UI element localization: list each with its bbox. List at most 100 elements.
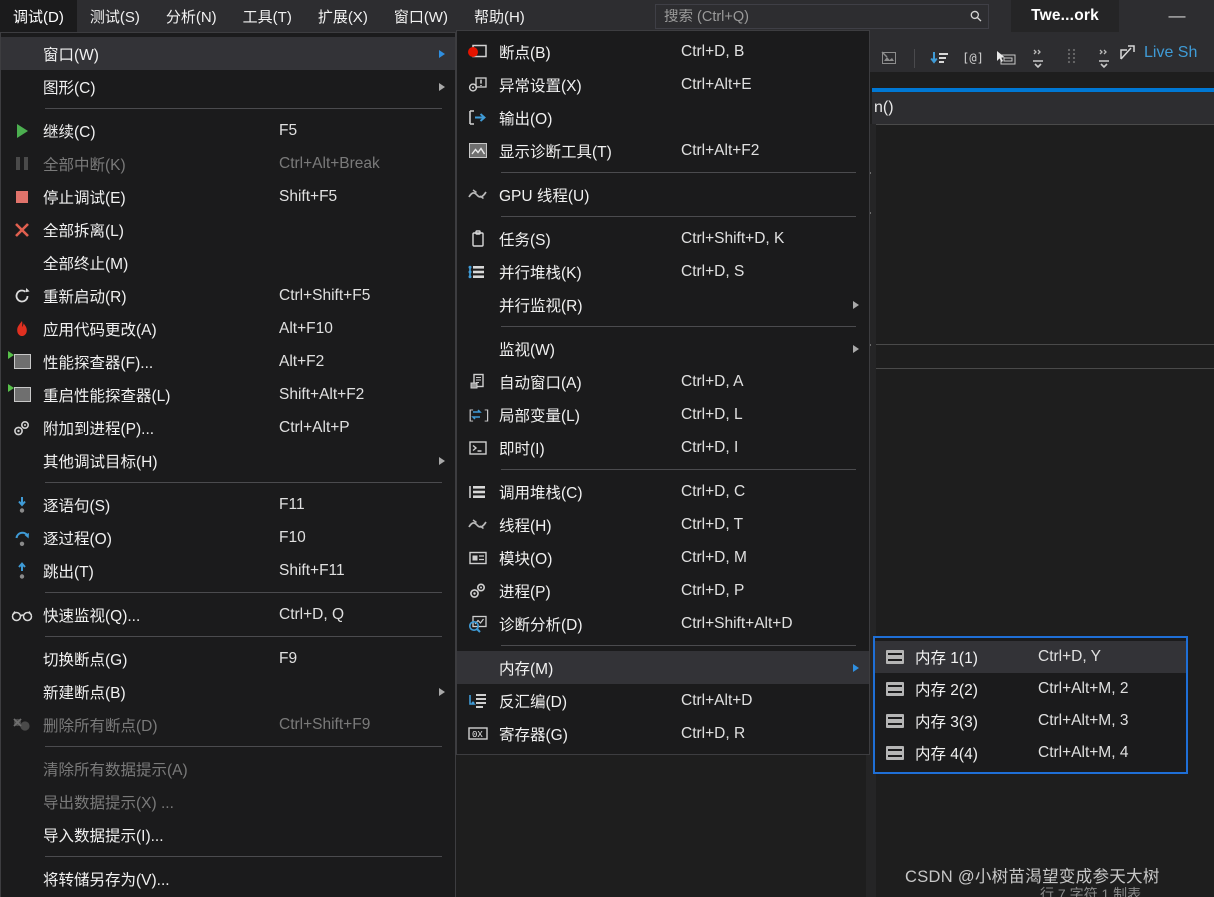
menu-item[interactable]: 并行监视(R) [457, 288, 869, 321]
menu-item-shortcut: F9 [279, 649, 298, 667]
memory-icon [875, 650, 915, 664]
image-broken-icon[interactable] [878, 47, 900, 69]
menubar-item-tools[interactable]: 工具(T) [230, 0, 305, 32]
menu-item-shortcut: Ctrl+D, B [681, 42, 745, 60]
menu-item-label: 将转储另存为(V)... [43, 871, 170, 889]
search-input[interactable] [664, 8, 971, 25]
menu-item[interactable]: 反汇编(D) Ctrl+Alt+D [457, 684, 869, 717]
menu-item[interactable]: 逐语句(S) F11 [1, 488, 455, 521]
menu-item-label: 重新启动(R) [43, 288, 127, 306]
menubar-item-help[interactable]: 帮助(H) [461, 0, 538, 32]
menu-item[interactable]: 快速监视(Q)... Ctrl+D, Q [1, 598, 455, 631]
menu-item-shortcut: Ctrl+Shift+Alt+D [681, 614, 793, 632]
minimize-button[interactable]: — [1140, 0, 1214, 32]
submenu-arrow-icon [853, 663, 859, 672]
editor-rule [876, 344, 1214, 345]
menu-item[interactable]: 内存 3(3) Ctrl+Alt+M, 3 [875, 705, 1186, 737]
menu-item[interactable]: 重新启动(R) Ctrl+Shift+F5 [1, 279, 455, 312]
menu-item-shortcut: Shift+F11 [279, 561, 345, 579]
menu-item-label: 并行监视(R) [499, 297, 583, 315]
layout-left-icon[interactable] [1028, 47, 1050, 69]
step-over-icon [1, 528, 43, 548]
menu-item[interactable]: 应用代码更改(A) Alt+F10 [1, 312, 455, 345]
breadcrumb[interactable]: n() [872, 92, 1214, 124]
live-share-button[interactable]: Live Sh [1118, 44, 1197, 62]
menu-item-shortcut: Ctrl+D, L [681, 405, 743, 423]
menu-item[interactable]: 导入数据提示(I)... [1, 818, 455, 851]
menu-item[interactable]: 重启性能探查器(L) Shift+Alt+F2 [1, 378, 455, 411]
at-sign-icon[interactable]: [@] [962, 47, 984, 69]
modules-icon [457, 550, 499, 566]
menu-item[interactable]: 输出(O) [457, 101, 869, 134]
menu-item-label: 异常设置(X) [499, 77, 582, 95]
menu-item[interactable]: 显示诊断工具(T) Ctrl+Alt+F2 [457, 134, 869, 167]
registers-icon: 0X [457, 726, 499, 741]
menubar-item-analyze[interactable]: 分析(N) [153, 0, 230, 32]
menu-item-label: 即时(I) [499, 440, 545, 458]
svg-text:0X: 0X [472, 730, 483, 740]
menu-item[interactable]: 断点(B) Ctrl+D, B [457, 35, 869, 68]
menu-item[interactable]: 监视(W) [457, 332, 869, 365]
menu-item[interactable]: 将转储另存为(V)... [1, 862, 455, 895]
diagnostic-tools-icon [457, 143, 499, 158]
menu-item-shortcut: Ctrl+D, Q [279, 605, 345, 623]
menu-item[interactable]: 停止调试(E) Shift+F5 [1, 180, 455, 213]
menu-item[interactable]: 进程(P) Ctrl+D, P [457, 574, 869, 607]
menu-item[interactable]: []局部变量(L)Ctrl+D, L [457, 398, 869, 431]
menubar-item-window[interactable]: 窗口(W) [381, 0, 461, 32]
menu-item[interactable]: 内存 1(1) Ctrl+D, Y [875, 641, 1186, 673]
menubar-item-extensions[interactable]: 扩展(X) [305, 0, 381, 32]
layout-right-icon[interactable] [1094, 47, 1116, 69]
menu-item[interactable]: 跳出(T) Shift+F11 [1, 554, 455, 587]
layout-dots-icon[interactable] [1061, 47, 1083, 69]
menu-debug-panel[interactable]: 窗口(W) 图形(C) 继续(C) F5 全部中断(K) Ctrl+Alt+Break 停止… [0, 32, 456, 897]
menu-item[interactable]: 切换断点(G) F9 [1, 642, 455, 675]
menu-item[interactable]: 逐过程(O) F10 [1, 521, 455, 554]
menu-item[interactable]: 异常设置(X) Ctrl+Alt+E [457, 68, 869, 101]
menu-item-label: 快速监视(Q)... [43, 607, 141, 625]
menu-item[interactable]: 附加到进程(P)... Ctrl+Alt+P [1, 411, 455, 444]
menu-item-label: GPU 线程(U) [499, 187, 590, 205]
menu-item[interactable]: 全部终止(M) [1, 246, 455, 279]
menu-item[interactable]: 0X 寄存器(G) Ctrl+D, R [457, 717, 869, 750]
menu-item[interactable]: 内存 4(4) Ctrl+Alt+M, 4 [875, 737, 1186, 769]
menu-item-shortcut: Ctrl+Shift+D, K [681, 229, 785, 247]
menu-item-label: 进程(P) [499, 583, 551, 601]
menubar-item-debug[interactable]: 调试(D) [0, 0, 77, 32]
menu-item[interactable]: 模块(O) Ctrl+D, M [457, 541, 869, 574]
menu-item[interactable]: 内存 2(2) Ctrl+Alt+M, 2 [875, 673, 1186, 705]
menu-item[interactable]: 内存(M) [457, 651, 869, 684]
window-title-chip[interactable]: Twe...ork [1011, 0, 1119, 32]
menu-item[interactable]: 线程(H) Ctrl+D, T [457, 508, 869, 541]
submenu-arrow-icon [439, 456, 445, 465]
menu-item[interactable]: 性能探查器(F)... Alt+F2 [1, 345, 455, 378]
menubar-item-test[interactable]: 测试(S) [77, 0, 153, 32]
menu-item[interactable]: 新建断点(B) [1, 675, 455, 708]
menu-item-shortcut: Ctrl+Alt+E [681, 75, 752, 93]
menu-windows-panel[interactable]: 断点(B) Ctrl+D, B 异常设置(X) Ctrl+Alt+E 输出(O) 显示诊断… [456, 30, 870, 755]
menu-item[interactable]: 窗口(W) [1, 37, 455, 70]
menu-item-shortcut: Ctrl+D, C [681, 482, 746, 500]
menu-item[interactable]: 全部拆离(L) [1, 213, 455, 246]
restart-icon [1, 287, 43, 305]
menu-item[interactable]: 其他调试目标(H) [1, 444, 455, 477]
menu-item[interactable]: 调用堆栈(C) Ctrl+D, C [457, 475, 869, 508]
menu-item[interactable]: 图形(C) [1, 70, 455, 103]
menu-memory-panel[interactable]: 内存 1(1) Ctrl+D, Y 内存 2(2) Ctrl+Alt+M, 2 内存 3… [873, 636, 1188, 774]
menu-item[interactable]: 并行堆栈(K) Ctrl+D, S [457, 255, 869, 288]
threads-icon [457, 517, 499, 532]
menu-item[interactable]: 诊断分析(D) Ctrl+Shift+Alt+D [457, 607, 869, 640]
memory-icon [875, 682, 915, 696]
sort-descending-icon[interactable] [929, 47, 951, 69]
menu-item[interactable]: 自动窗口(A) Ctrl+D, A [457, 365, 869, 398]
pointer-window-icon[interactable] [995, 47, 1017, 69]
toolbar-separator [914, 48, 915, 68]
search-box[interactable]: ⚲ [655, 4, 989, 29]
delete-breakpoints-icon [1, 717, 43, 733]
menu-item-shortcut: Alt+F2 [279, 352, 325, 370]
menu-item[interactable]: 即时(I) Ctrl+D, I [457, 431, 869, 464]
editor-surface[interactable] [866, 124, 1214, 897]
menu-item[interactable]: GPU 线程(U) [457, 178, 869, 211]
menu-item[interactable]: 任务(S) Ctrl+Shift+D, K [457, 222, 869, 255]
menu-item[interactable]: 继续(C) F5 [1, 114, 455, 147]
